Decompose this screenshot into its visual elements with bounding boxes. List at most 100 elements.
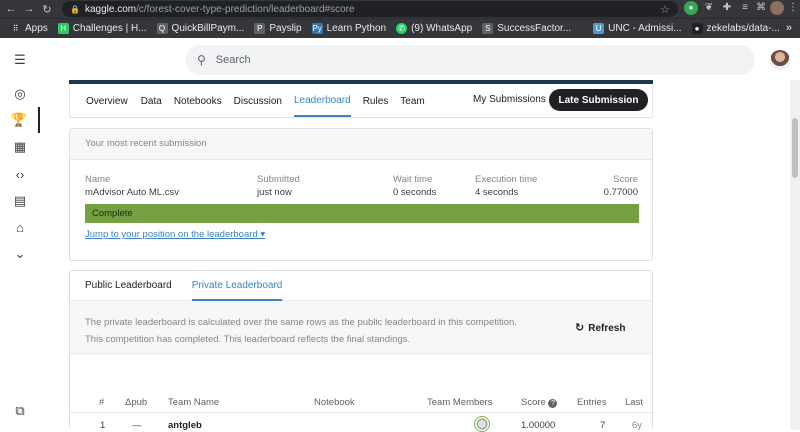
- tab-notebooks[interactable]: Notebooks: [174, 86, 222, 116]
- tab-discussion[interactable]: Discussion: [234, 86, 282, 116]
- submission-score: Score 0.77000: [604, 174, 638, 198]
- submission-submitted: Submitted just now: [257, 174, 300, 198]
- python-icon: Py: [311, 23, 323, 34]
- competition-tabs: Overview Data Notebooks Discussion Leade…: [69, 84, 653, 118]
- bookmark-zekelabs[interactable]: ● zekelabs/data-...: [691, 23, 780, 34]
- bookmark-label: Challenges | H...: [72, 23, 147, 34]
- more-bookmarks-icon[interactable]: »: [786, 22, 792, 34]
- back-icon[interactable]: ←: [4, 3, 18, 15]
- code-icon[interactable]: ‹›: [0, 161, 40, 187]
- bookmark-label: Learn Python: [326, 23, 387, 34]
- bookmark-label: QuickBillPaym...: [171, 23, 245, 34]
- bookmark-whatsapp[interactable]: ✆ (9) WhatsApp: [396, 23, 472, 34]
- col-rank: #: [99, 397, 105, 408]
- bookmark-label: zekelabs/data-...: [706, 23, 780, 34]
- tab-rules[interactable]: Rules: [363, 86, 389, 116]
- submitted-value: just now: [257, 187, 292, 198]
- extensions-puzzle-icon[interactable]: ✚: [720, 1, 734, 15]
- whatsapp-icon: ✆: [396, 23, 408, 34]
- chevron-down-icon[interactable]: ⌄: [0, 241, 40, 267]
- tab-private-leaderboard[interactable]: Private Leaderboard: [191, 271, 283, 301]
- address-bar[interactable]: 🔒 kaggle.com /c/forest-cover-type-predic…: [62, 1, 678, 17]
- bookmark-challenges[interactable]: H Challenges | H...: [57, 23, 147, 34]
- trophy-icon[interactable]: 🏆: [0, 107, 40, 133]
- unc-icon: U: [593, 23, 605, 34]
- search-icon: ⚲: [197, 53, 206, 67]
- score-label: Score: [613, 174, 638, 185]
- reading-list-icon[interactable]: ≡: [738, 1, 752, 15]
- bookmark-payslip[interactable]: P Payslip: [254, 23, 302, 34]
- browser-toolbar: ← → ↻ 🔒 kaggle.com /c/forest-cover-type-…: [0, 0, 800, 18]
- tab-overview[interactable]: Overview: [86, 86, 128, 116]
- refresh-button[interactable]: ↻ Refresh: [575, 321, 625, 334]
- recent-submission-card: Your most recent submission Name mAdviso…: [69, 128, 653, 261]
- search-placeholder: Search: [215, 54, 251, 66]
- table-icon[interactable]: ▦: [0, 134, 40, 160]
- my-submissions-link[interactable]: My Submissions: [473, 94, 546, 105]
- wait-label: Wait time: [393, 174, 433, 185]
- row-rank: 1: [100, 420, 106, 431]
- bookmark-successfactors[interactable]: S SuccessFactor...: [482, 23, 571, 34]
- extension-shield-icon[interactable]: ●: [684, 1, 698, 15]
- refresh-label: Refresh: [588, 323, 626, 334]
- submitted-label: Submitted: [257, 174, 300, 185]
- bookmark-label: Apps: [25, 23, 48, 34]
- leaderboard-table-header: # Δpub Team Name Notebook Team Members S…: [70, 395, 652, 413]
- refresh-icon: ↻: [575, 322, 585, 334]
- leaderboard-card: Public Leaderboard Private Leaderboard T…: [69, 270, 653, 432]
- recent-submission-header: Your most recent submission: [70, 129, 652, 160]
- row-score: 1.00000: [521, 420, 556, 431]
- col-team-members: Team Members: [427, 397, 493, 408]
- successfactors-icon: S: [482, 23, 494, 34]
- quickbill-icon: Q: [156, 23, 168, 34]
- reload-icon[interactable]: ↻: [40, 3, 54, 16]
- table-row[interactable]: 1 — antgleb 1.00000 7 6y: [70, 414, 652, 432]
- bookmark-quickbill[interactable]: Q QuickBillPaym...: [156, 23, 245, 34]
- bookmarks-bar: ⠿ Apps H Challenges | H... Q QuickBillPa…: [0, 18, 800, 38]
- extension-leaf-icon[interactable]: ❦: [702, 1, 716, 15]
- row-team-name[interactable]: antgleb: [168, 420, 202, 431]
- avatar[interactable]: [770, 50, 790, 70]
- copy-icon[interactable]: ⧉: [0, 398, 40, 424]
- row-last: 6y: [632, 420, 643, 431]
- tab-team[interactable]: Team: [400, 86, 424, 116]
- search-input[interactable]: ⚲ Search: [185, 45, 755, 75]
- help-icon[interactable]: ?: [548, 399, 558, 408]
- col-team-name: Team Name: [168, 397, 220, 408]
- tab-public-leaderboard[interactable]: Public Leaderboard: [85, 271, 172, 300]
- tab-data[interactable]: Data: [141, 86, 162, 116]
- late-submission-button[interactable]: Late Submission: [549, 89, 648, 111]
- payslip-icon: P: [254, 23, 266, 34]
- notice-line-1: The private leaderboard is calculated ov…: [85, 317, 517, 328]
- name-label: Name: [85, 174, 111, 185]
- name-value: mAdvisor Auto ML.csv: [85, 187, 179, 198]
- bookmark-learn-python[interactable]: Py Learn Python: [311, 23, 387, 34]
- scrollbar-thumb[interactable]: [792, 118, 798, 178]
- submission-exec: Execution time 4 seconds: [475, 174, 537, 198]
- url-path: /c/forest-cover-type-prediction/leaderbo…: [136, 3, 355, 15]
- bookmark-label: (9) WhatsApp: [411, 23, 473, 34]
- wait-value: 0 seconds: [393, 187, 437, 198]
- bookmark-apps[interactable]: ⠿ Apps: [10, 23, 48, 34]
- lock-icon[interactable]: 🔒: [70, 5, 80, 14]
- jump-link-label: Jump to your position on the leaderboard: [85, 229, 258, 240]
- github-icon: ●: [691, 23, 703, 34]
- bookmark-label: SuccessFactor...: [497, 23, 572, 34]
- col-score-label: Score: [521, 397, 546, 408]
- score-value: 0.77000: [603, 187, 638, 198]
- col-delta-pub: Δpub: [125, 397, 148, 408]
- bookmark-label: Payslip: [269, 23, 302, 34]
- compass-icon[interactable]: ◎: [0, 81, 40, 107]
- jump-to-position-link[interactable]: Jump to your position on the leaderboard…: [85, 229, 265, 240]
- tab-leaderboard[interactable]: Leaderboard: [293, 85, 351, 117]
- profile-avatar-icon[interactable]: [770, 1, 784, 15]
- comments-icon[interactable]: ▤: [0, 188, 40, 214]
- forward-icon[interactable]: →: [22, 3, 36, 15]
- extension-icon[interactable]: ⌘: [754, 1, 768, 15]
- graduation-cap-icon[interactable]: ⌂: [0, 214, 40, 240]
- bookmark-star-icon[interactable]: ☆: [660, 3, 670, 16]
- bookmark-label: UNC - Admissi...: [608, 23, 682, 34]
- hamburger-menu-icon[interactable]: ☰: [0, 47, 40, 73]
- chrome-menu-icon[interactable]: ⋮: [786, 1, 800, 15]
- bookmark-unc[interactable]: U UNC - Admissi...: [593, 23, 682, 34]
